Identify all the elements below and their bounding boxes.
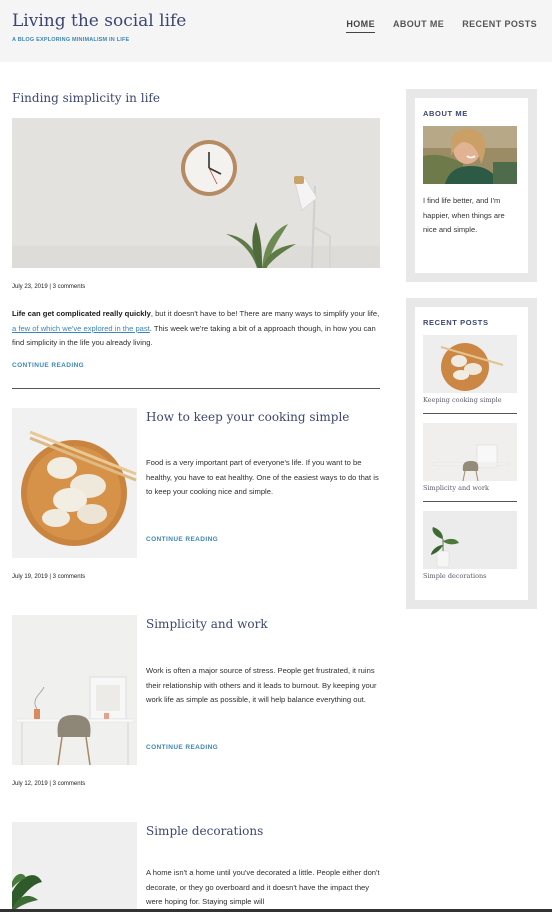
post-title-decorations[interactable]: Simple decorations: [146, 824, 263, 838]
recent-post-thumb-work[interactable]: [423, 423, 517, 481]
site-tagline: A BLOG EXPLORING MINIMALISM IN LIFE: [12, 37, 130, 43]
recent-post-caption-decorations[interactable]: Simple decorations: [423, 572, 487, 580]
post-excerpt-cooking: Food is a very important part of everyon…: [146, 458, 379, 497]
continue-reading-work[interactable]: CONTINUE READING: [146, 744, 218, 751]
post-image-cooking[interactable]: [12, 408, 137, 558]
post-title-cooking[interactable]: How to keep your cooking simple: [146, 410, 349, 424]
nav-home[interactable]: HOME: [346, 19, 375, 33]
recent-posts-title: RECENT POSTS: [423, 318, 489, 327]
about-me-title: ABOUT ME: [423, 109, 468, 118]
excerpt-link[interactable]: a few of which we've explored in the pas…: [12, 324, 150, 333]
post-meta-cooking: July 19, 2019 | 3 comments: [12, 574, 86, 580]
about-me-photo: [423, 126, 517, 184]
feature-post-title[interactable]: Finding simplicity in life: [12, 91, 160, 105]
recent-post-caption-work[interactable]: Simplicity and work: [423, 484, 489, 492]
recent-posts-widget: RECENT POSTS Keeping cooking simple Simp…: [406, 298, 537, 609]
recent-post-caption-cooking[interactable]: Keeping cooking simple: [423, 396, 502, 404]
recent-posts-widget-inner: RECENT POSTS Keeping cooking simple Simp…: [415, 307, 528, 600]
recent-post-divider: [423, 413, 517, 414]
post-meta-work: July 12, 2019 | 3 comments: [12, 781, 86, 787]
nav-recent-posts[interactable]: RECENT POSTS: [462, 19, 537, 33]
about-me-widget-inner: ABOUT ME I find life better, and I'm hap…: [415, 98, 528, 273]
site-title[interactable]: Living the social life: [12, 11, 186, 31]
feature-continue-reading-link[interactable]: CONTINUE READING: [12, 362, 84, 369]
excerpt-text-1: , but it doesn't have to be! There are m…: [150, 309, 380, 318]
recent-post-divider: [423, 501, 517, 502]
post-excerpt-decorations: A home isn't a home until you've decorat…: [146, 868, 380, 907]
post-image-decorations[interactable]: [12, 822, 137, 909]
post-excerpt-work: Work is often a major source of stress. …: [146, 666, 377, 705]
recent-post-thumb-decorations[interactable]: [423, 511, 517, 569]
recent-post-thumb-cooking[interactable]: [423, 335, 517, 393]
feature-post-excerpt: Life can get complicated really quickly,…: [12, 307, 384, 351]
nav-about-me[interactable]: ABOUT ME: [393, 19, 444, 33]
main-nav: HOME ABOUT ME RECENT POSTS: [346, 19, 537, 33]
feature-post-meta: July 23, 2019 | 3 comments: [12, 284, 86, 290]
post-image-work[interactable]: [12, 615, 137, 765]
about-me-text: I find life better, and I'm happier, whe…: [423, 196, 505, 234]
site-header: Living the social life A BLOG EXPLORING …: [0, 0, 552, 62]
post-title-work[interactable]: Simplicity and work: [146, 617, 268, 631]
continue-reading-cooking[interactable]: CONTINUE READING: [146, 536, 218, 543]
excerpt-bold: Life can get complicated really quickly: [12, 309, 151, 318]
post-divider: [12, 388, 380, 389]
feature-post-image[interactable]: [12, 118, 380, 268]
about-me-widget: ABOUT ME I find life better, and I'm hap…: [406, 89, 537, 282]
